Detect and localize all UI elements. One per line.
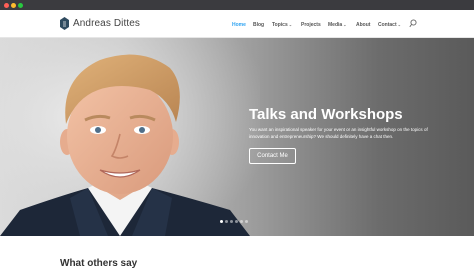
nav-item-contact[interactable]: Contact⌄ [378, 21, 401, 29]
maximize-window-dot[interactable] [18, 3, 23, 8]
slider-dot[interactable] [245, 220, 248, 223]
minimize-window-dot[interactable] [11, 3, 16, 8]
hero-slider: Talks and Workshops You want an inspirat… [0, 38, 474, 236]
nav-item-home[interactable]: Home [232, 21, 246, 29]
nav-item-projects[interactable]: Projects [301, 21, 321, 29]
testimonials-heading: What others say [60, 258, 138, 268]
slider-dot[interactable] [230, 220, 233, 223]
nav-item-blog[interactable]: Blog [253, 21, 264, 29]
close-window-dot[interactable] [4, 3, 9, 8]
browser-chrome [0, 0, 474, 10]
portrait-photo [0, 38, 260, 236]
site-title[interactable]: Andreas Dittes [73, 18, 140, 29]
contact-me-button[interactable]: Contact Me [249, 148, 296, 164]
nav-item-topics[interactable]: Topics⌄ [272, 21, 292, 29]
nav-item-media[interactable]: Media⌄ [328, 21, 347, 29]
slider-dot[interactable] [220, 220, 223, 223]
search-icon[interactable] [409, 19, 417, 28]
slider-dot[interactable] [235, 220, 238, 223]
slider-dot[interactable] [225, 220, 228, 223]
hero-description: You want an inspirational speaker for yo… [249, 127, 428, 139]
slider-dot[interactable] [240, 220, 243, 223]
site-header: Andreas Dittes Home Blog Topics⌄ Project… [0, 10, 474, 38]
chevron-down-icon: ⌄ [397, 22, 401, 27]
logo-icon[interactable] [60, 17, 69, 30]
chevron-down-icon: ⌄ [343, 22, 347, 27]
nav-item-about[interactable]: About [356, 21, 370, 29]
hero-title: Talks and Workshops [249, 106, 403, 123]
chevron-down-icon: ⌄ [288, 22, 293, 27]
